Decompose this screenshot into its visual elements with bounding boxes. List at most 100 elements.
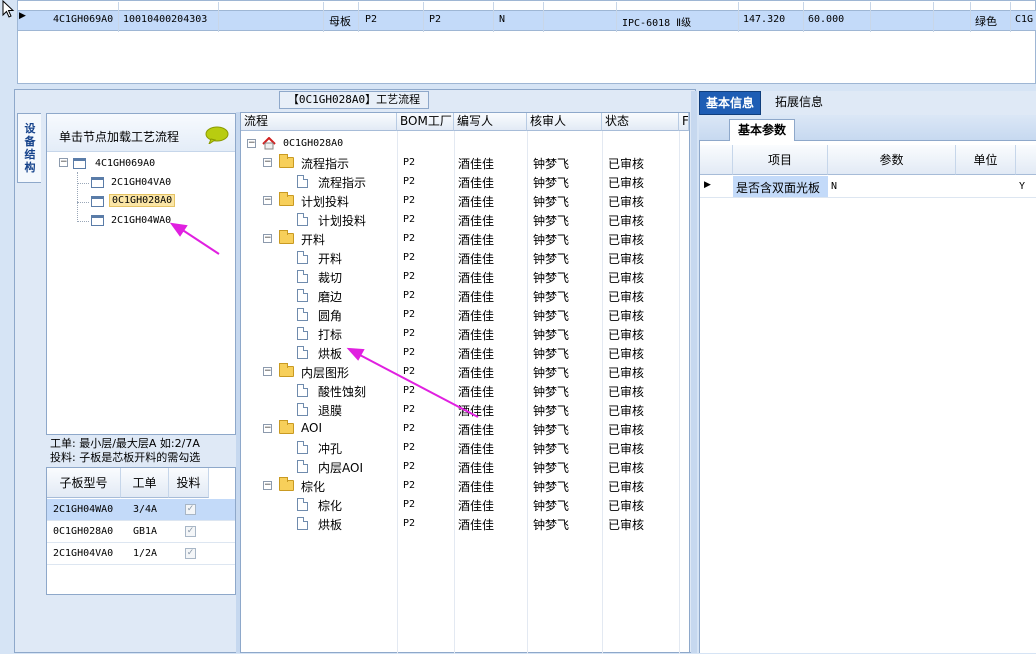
flow-row-step[interactable]: 退膜 P2 酒佳佳 钟梦飞 已审核 — [241, 400, 689, 419]
right-splitter[interactable] — [691, 91, 697, 653]
flow-row-step[interactable]: 开料 P2 酒佳佳 钟梦飞 已审核 — [241, 248, 689, 267]
tree-node-child-selected[interactable]: 0C1GH028A0 — [109, 194, 176, 207]
flow-step-name: 圆角 — [318, 309, 343, 323]
flow-row-group[interactable]: − 棕化 P2 酒佳佳 钟梦飞 已审核 — [241, 476, 689, 495]
side-tab-device-structure[interactable]: 设备结构 — [17, 113, 41, 183]
structure-tree-panel: 单击节点加载工艺流程 − 4C1GH069A0 2C1GH04VA0 0C1GH… — [46, 113, 236, 435]
mouse-cursor-icon — [2, 0, 15, 18]
flow-row-step[interactable]: 计划投料 P2 酒佳佳 钟梦飞 已审核 — [241, 210, 689, 229]
col-header-status[interactable]: 状态 — [602, 113, 679, 131]
top-board-grid: ▶ 4C1GH069A0 10010400204303 母板 P2 P2 N I… — [17, 0, 1036, 84]
table-row[interactable]: 0C1GH028A0 GB1A ✓ — [47, 521, 235, 543]
cell-order: GB1A — [133, 526, 158, 537]
param-extra[interactable]: Y — [1019, 181, 1025, 192]
subtab-strip: 基本参数 — [699, 115, 1036, 141]
flow-reviewer: 钟梦飞 — [533, 290, 570, 304]
flow-root-expander[interactable]: − — [247, 139, 256, 148]
flow-folder-expander[interactable]: − — [263, 367, 272, 376]
col-header-item[interactable]: 项目 — [733, 145, 828, 175]
flow-row-group[interactable]: − 内层图形 P2 酒佳佳 钟梦飞 已审核 — [241, 362, 689, 381]
col-header-more[interactable]: F — [679, 113, 689, 131]
flow-author: 酒佳佳 — [458, 423, 495, 437]
flow-bom: P2 — [403, 385, 416, 396]
flow-row-step[interactable]: 圆角 P2 酒佳佳 钟梦飞 已审核 — [241, 305, 689, 324]
flow-row-step[interactable]: 裁切 P2 酒佳佳 钟梦飞 已审核 — [241, 267, 689, 286]
flow-folder-expander[interactable]: − — [263, 196, 272, 205]
flow-row-root[interactable]: − 0C1GH028A0 — [241, 134, 689, 153]
document-icon — [297, 175, 308, 188]
flow-bom: P2 — [403, 233, 416, 244]
tree-node-root[interactable]: 4C1GH069A0 — [95, 158, 155, 169]
flow-row-step[interactable]: 棕化 P2 酒佳佳 钟梦飞 已审核 — [241, 495, 689, 514]
board-icon — [73, 158, 86, 169]
flow-bom: P2 — [403, 366, 416, 377]
table-row[interactable]: 2C1GH04WA0 3/4A ✓ — [47, 499, 235, 521]
speech-bubble-icon — [205, 126, 229, 144]
col-header-unit[interactable]: 单位 — [956, 145, 1016, 175]
info-line-order: 工单: 最小层/最大层A 如:2/7A — [50, 437, 200, 450]
flow-author: 酒佳佳 — [458, 347, 495, 361]
flow-author: 酒佳佳 — [458, 461, 495, 475]
tab-extended-info[interactable]: 拓展信息 — [769, 91, 829, 115]
flow-bom: P2 — [403, 404, 416, 415]
col-header-feed[interactable]: 投料 — [169, 468, 209, 498]
folder-icon — [279, 230, 294, 244]
flow-row-step[interactable]: 烘板 P2 酒佳佳 钟梦飞 已审核 — [241, 514, 689, 533]
feed-checkbox[interactable]: ✓ — [185, 548, 196, 559]
flow-reviewer: 钟梦飞 — [533, 195, 570, 209]
flow-row-step[interactable]: 烘板 P2 酒佳佳 钟梦飞 已审核 — [241, 343, 689, 362]
flow-bom: P2 — [403, 176, 416, 187]
flow-row-step[interactable]: 磨边 P2 酒佳佳 钟梦飞 已审核 — [241, 286, 689, 305]
flow-step-name: 内层图形 — [301, 366, 350, 380]
flow-row-step[interactable]: 冲孔 P2 酒佳佳 钟梦飞 已审核 — [241, 438, 689, 457]
flow-row-group[interactable]: − 计划投料 P2 酒佳佳 钟梦飞 已审核 — [241, 191, 689, 210]
col-header-order[interactable]: 工单 — [121, 468, 169, 498]
document-icon — [297, 460, 308, 473]
table-row[interactable]: 2C1GH04VA0 1/2A ✓ — [47, 543, 235, 565]
flow-step-name: 烘板 — [318, 347, 343, 361]
col-header-value[interactable]: 参数 — [828, 145, 956, 175]
flow-status: 已审核 — [608, 499, 645, 513]
flow-row-step[interactable]: 流程指示 P2 酒佳佳 钟梦飞 已审核 — [241, 172, 689, 191]
home-icon — [262, 137, 276, 150]
param-item-cell[interactable]: 是否含双面光板 — [733, 176, 828, 197]
flow-step-name: 酸性蚀刻 — [318, 385, 367, 399]
flow-step-name: 流程指示 — [301, 157, 350, 171]
col-header-flow[interactable]: 流程 — [241, 113, 397, 131]
tree-root-expander[interactable]: − — [59, 158, 68, 167]
col-header-author[interactable]: 编写人 — [454, 113, 527, 131]
param-row[interactable]: ▶ 是否含双面光板 N Y — [700, 176, 1036, 198]
top-cell-width: 60.000 — [808, 14, 845, 25]
flow-reviewer: 钟梦飞 — [533, 347, 570, 361]
col-header-reviewer[interactable]: 核审人 — [527, 113, 602, 131]
col-header-bom[interactable]: BOM工厂 — [397, 113, 454, 131]
param-value[interactable]: N — [831, 181, 837, 192]
flow-row-group[interactable]: − 流程指示 P2 酒佳佳 钟梦飞 已审核 — [241, 153, 689, 172]
flow-folder-expander[interactable]: − — [263, 234, 272, 243]
flow-folder-expander[interactable]: − — [263, 158, 272, 167]
col-header-extra[interactable] — [1016, 145, 1036, 175]
parameter-grid: 项目 参数 单位 ▶ 是否含双面光板 N Y — [699, 141, 1036, 653]
feed-checkbox[interactable]: ✓ — [185, 526, 196, 537]
tree-node-child[interactable]: 2C1GH04VA0 — [111, 177, 171, 188]
document-icon — [297, 213, 308, 226]
flow-row-group[interactable]: − 开料 P2 酒佳佳 钟梦飞 已审核 — [241, 229, 689, 248]
flow-author: 酒佳佳 — [458, 499, 495, 513]
flow-reviewer: 钟梦飞 — [533, 499, 570, 513]
top-grid-row[interactable]: ▶ 4C1GH069A0 10010400204303 母板 P2 P2 N I… — [18, 2, 1036, 32]
flow-row-step[interactable]: 内层AOI P2 酒佳佳 钟梦飞 已审核 — [241, 457, 689, 476]
flow-folder-expander[interactable]: − — [263, 481, 272, 490]
flow-row-step[interactable]: 打标 P2 酒佳佳 钟梦飞 已审核 — [241, 324, 689, 343]
flow-author: 酒佳佳 — [458, 195, 495, 209]
col-header-model[interactable]: 子板型号 — [47, 468, 121, 498]
flow-row-step[interactable]: 酸性蚀刻 P2 酒佳佳 钟梦飞 已审核 — [241, 381, 689, 400]
feed-checkbox[interactable]: ✓ — [185, 504, 196, 515]
document-icon — [297, 384, 308, 397]
tab-basic-info[interactable]: 基本信息 — [699, 91, 762, 115]
flow-row-group[interactable]: − AOI P2 酒佳佳 钟梦飞 已审核 — [241, 419, 689, 438]
folder-icon — [279, 192, 294, 206]
top-cell-type: 母板 — [329, 15, 351, 28]
tree-node-child[interactable]: 2C1GH04WA0 — [111, 215, 171, 226]
subtab-basic-params[interactable]: 基本参数 — [729, 119, 796, 141]
flow-folder-expander[interactable]: − — [263, 424, 272, 433]
